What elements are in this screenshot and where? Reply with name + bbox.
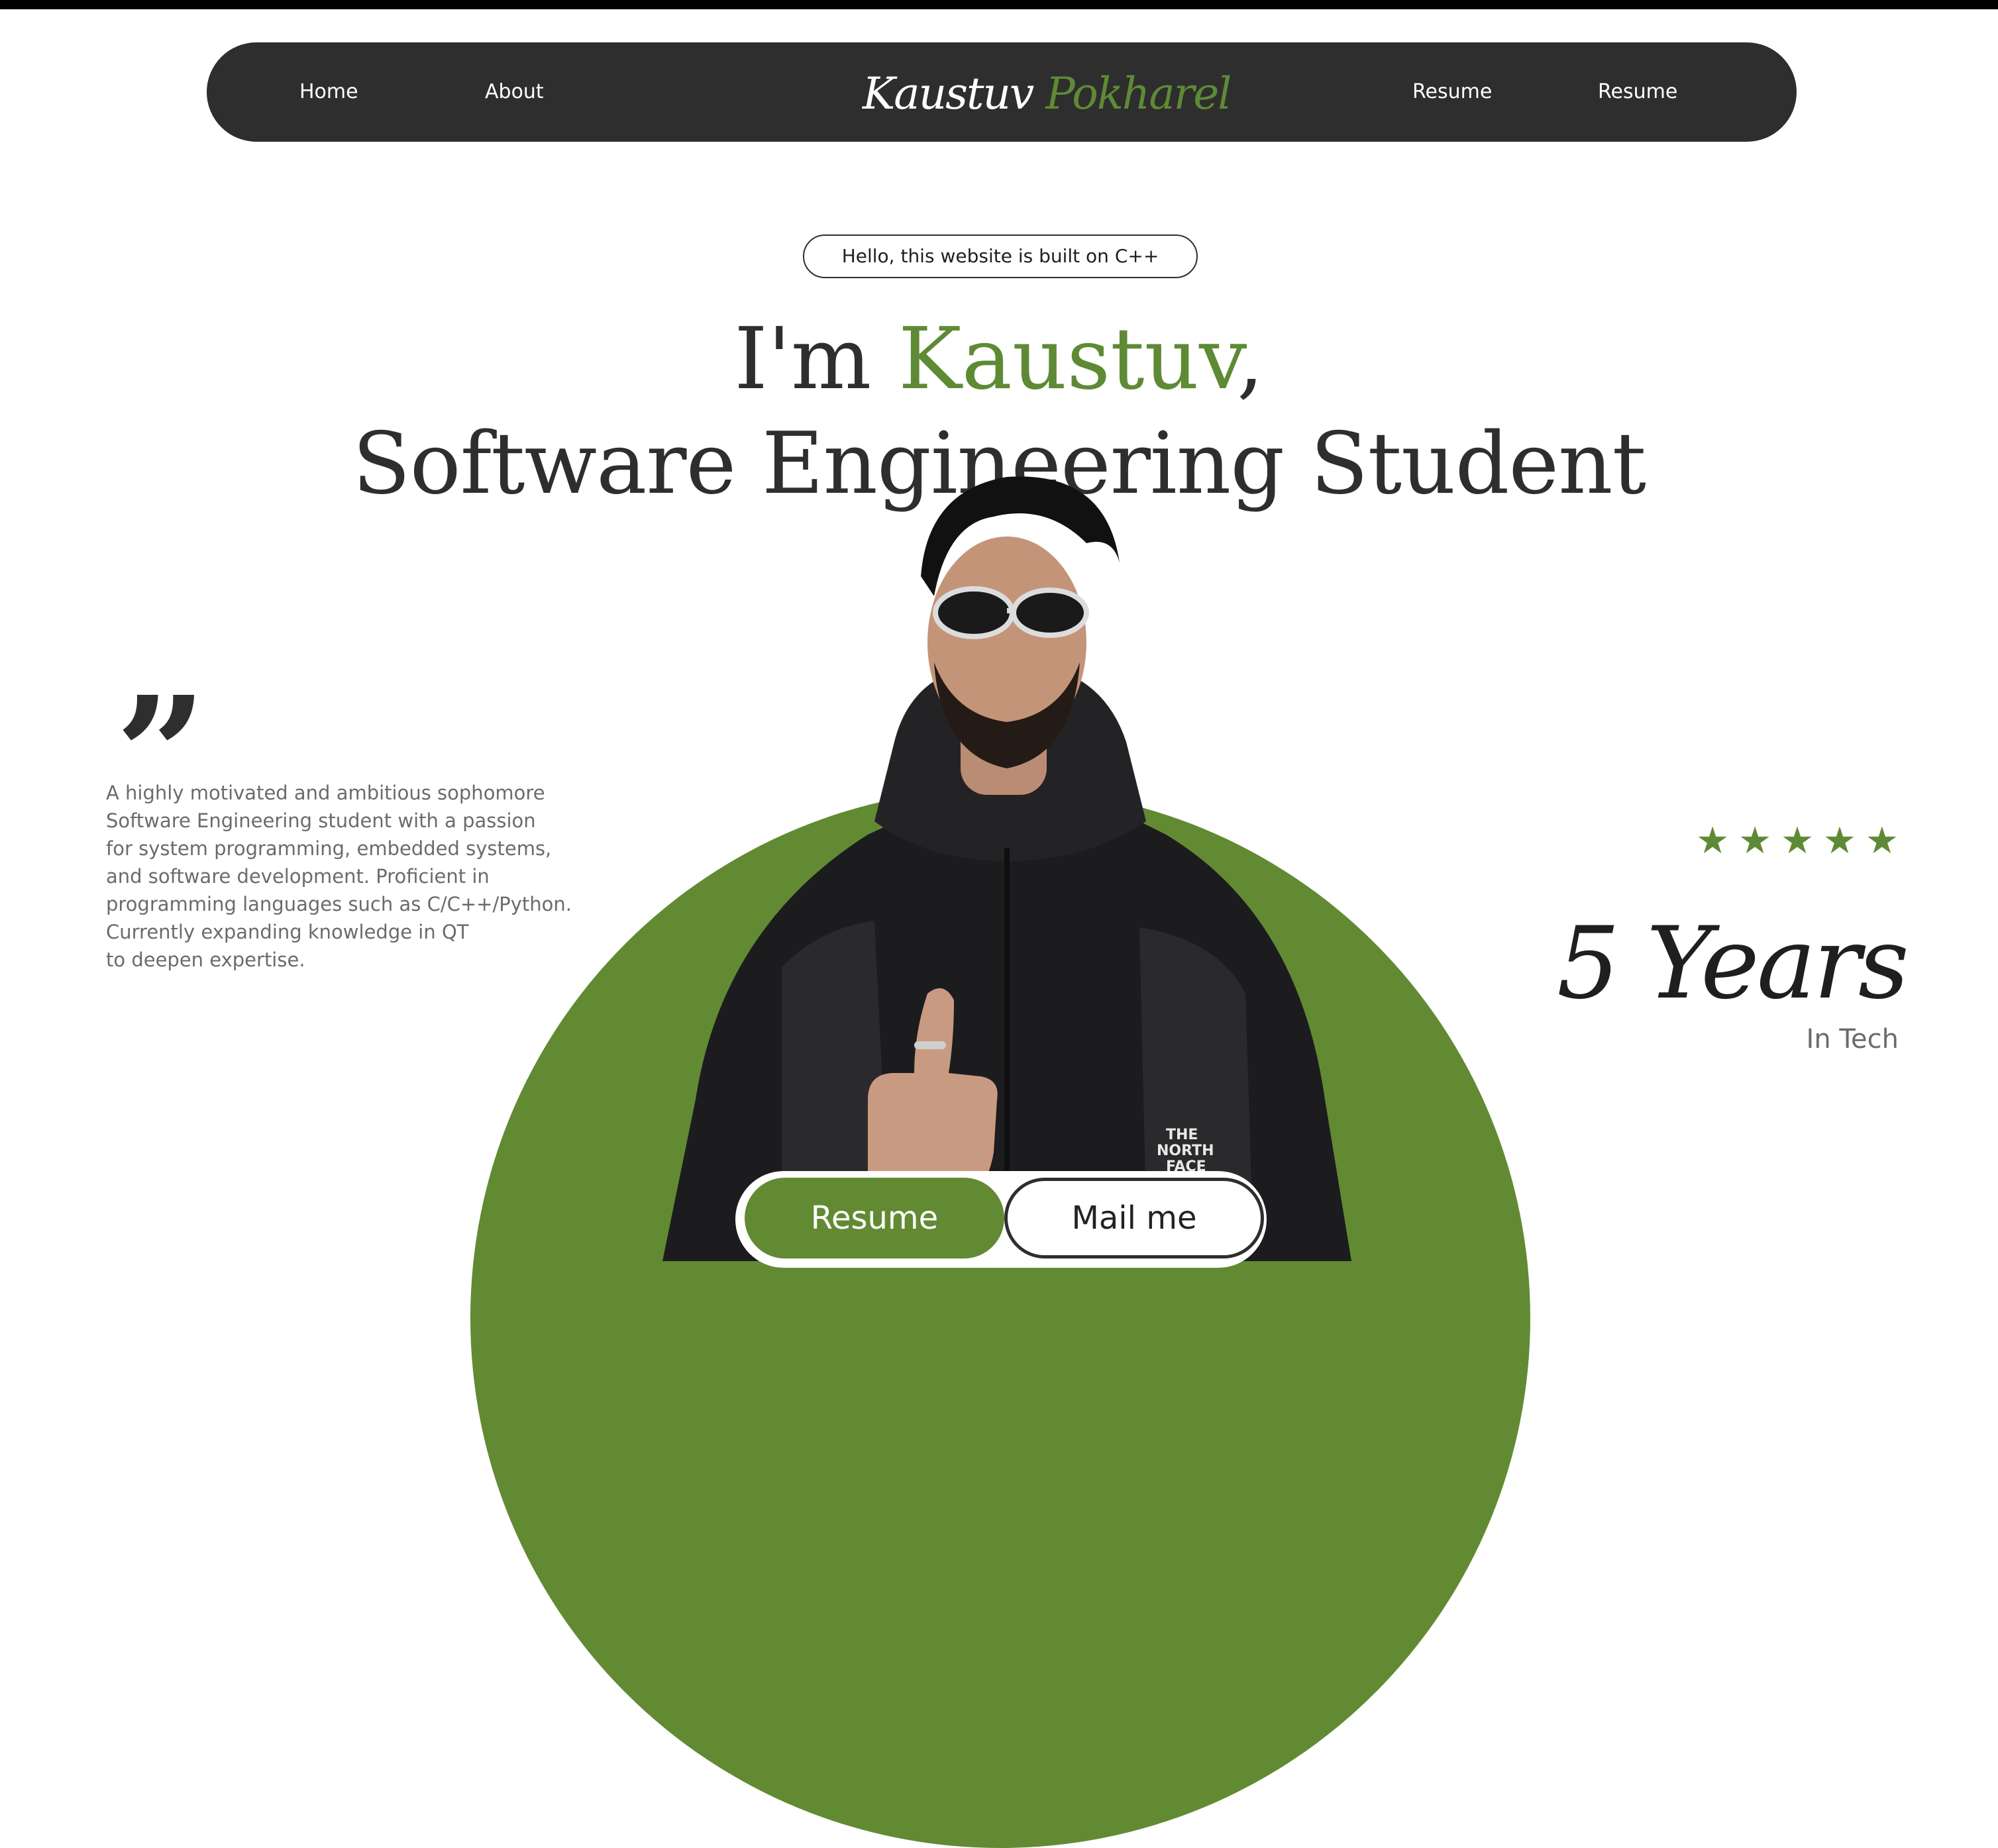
star-icon: ★ xyxy=(1696,819,1730,862)
portrait-photo: THE NORTH FACE xyxy=(662,476,1351,1261)
years-caption: In Tech xyxy=(1806,1024,1899,1054)
bio-text: A highly motivated and ambitious sophomo… xyxy=(106,779,623,974)
svg-text:NORTH: NORTH xyxy=(1157,1143,1214,1159)
bio-line: and software development. Proficient in xyxy=(106,865,490,888)
star-icon: ★ xyxy=(1865,819,1899,862)
cta-group: Resume Mail me xyxy=(735,1171,1267,1268)
greeting-prefix: I'm xyxy=(734,310,872,409)
nav-link-resume-secondary[interactable]: Resume xyxy=(1598,76,1677,109)
mail-me-button[interactable]: Mail me xyxy=(1004,1178,1264,1258)
logo-last-name: Pokharel xyxy=(1045,68,1232,119)
resume-button[interactable]: Resume xyxy=(745,1178,1004,1258)
bio-line: for system programming, embedded systems… xyxy=(106,837,552,860)
nav-link-home[interactable]: Home xyxy=(299,76,358,109)
star-icon: ★ xyxy=(1738,819,1772,862)
bio-line: to deepen expertise. xyxy=(106,949,305,971)
navbar: Home About Kaustuv Pokharel Resume Resum… xyxy=(207,42,1797,142)
nav-link-about[interactable]: About xyxy=(485,76,544,109)
logo-first-name: Kaustuv xyxy=(863,68,1034,119)
top-strip xyxy=(0,0,1998,9)
svg-text:THE: THE xyxy=(1166,1127,1198,1143)
hero-name: Kaustuv xyxy=(898,310,1237,409)
hero-greeting: I'm Kaustuv, xyxy=(0,310,1998,409)
years-experience: 5 Years xyxy=(1557,906,1909,1021)
bio-line: programming languages such as C/C++/Pyth… xyxy=(106,893,572,915)
bio-line: Software Engineering student with a pass… xyxy=(106,809,536,832)
bio-line: Currently expanding knowledge in QT xyxy=(106,921,469,943)
site-logo[interactable]: Kaustuv Pokharel xyxy=(863,61,1232,127)
hero-badge: Hello, this website is built on C++ xyxy=(803,234,1198,278)
star-icon: ★ xyxy=(1822,819,1857,862)
nav-link-resume[interactable]: Resume xyxy=(1412,76,1492,109)
star-icon: ★ xyxy=(1780,819,1814,862)
greeting-comma: , xyxy=(1237,310,1264,409)
bio-line: A highly motivated and ambitious sophomo… xyxy=(106,782,545,804)
rating-stars: ★ ★ ★ ★ ★ xyxy=(1696,821,1899,861)
